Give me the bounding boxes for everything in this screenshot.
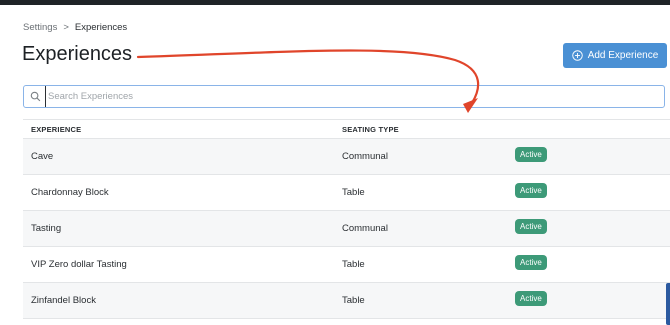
top-bar [0,0,670,5]
seating-type: Table [342,259,365,270]
breadcrumb: Settings > Experiences [23,22,127,33]
seating-type: Communal [342,223,388,234]
table-row[interactable]: VIP Zero dollar Tasting Table Active [23,247,670,283]
breadcrumb-current: Experiences [74,22,128,33]
column-header-seating-type[interactable]: SEATING TYPE [334,125,515,134]
experience-name: Zinfandel Block [31,295,96,306]
breadcrumb-separator: > [63,22,69,33]
status-badge: Active [515,147,547,162]
table-row[interactable]: Chardonnay Block Table Active [23,175,670,211]
column-header-experience[interactable]: EXPERIENCE [23,125,334,134]
table-row[interactable]: Zinfandel Block Table Active [23,283,670,319]
search-box [23,85,665,108]
experience-name: Chardonnay Block [31,187,109,198]
search-icon [30,91,41,102]
plus-circle-icon [571,50,583,61]
seating-type: Communal [342,151,388,162]
experience-name: VIP Zero dollar Tasting [31,259,127,270]
experiences-table: EXPERIENCE SEATING TYPE Cave Communal Ac… [23,119,670,319]
scrollbar[interactable] [666,283,670,325]
table-header: EXPERIENCE SEATING TYPE [23,120,670,139]
table-row[interactable]: Tasting Communal Active [23,211,670,247]
experience-name: Tasting [31,223,62,234]
status-badge: Active [515,183,547,198]
experience-name: Cave [31,151,54,162]
table-row[interactable]: Cave Communal Active [23,139,670,175]
status-badge: Active [515,255,547,270]
page-title: Experiences [22,43,133,65]
add-experience-label: Add Experience [587,50,659,61]
breadcrumb-settings-link[interactable]: Settings [23,22,57,33]
search-input[interactable] [45,86,664,107]
status-badge: Active [515,219,547,234]
status-badge: Active [515,291,547,306]
add-experience-button[interactable]: Add Experience [563,43,667,68]
seating-type: Table [342,187,365,198]
seating-type: Table [342,295,365,306]
